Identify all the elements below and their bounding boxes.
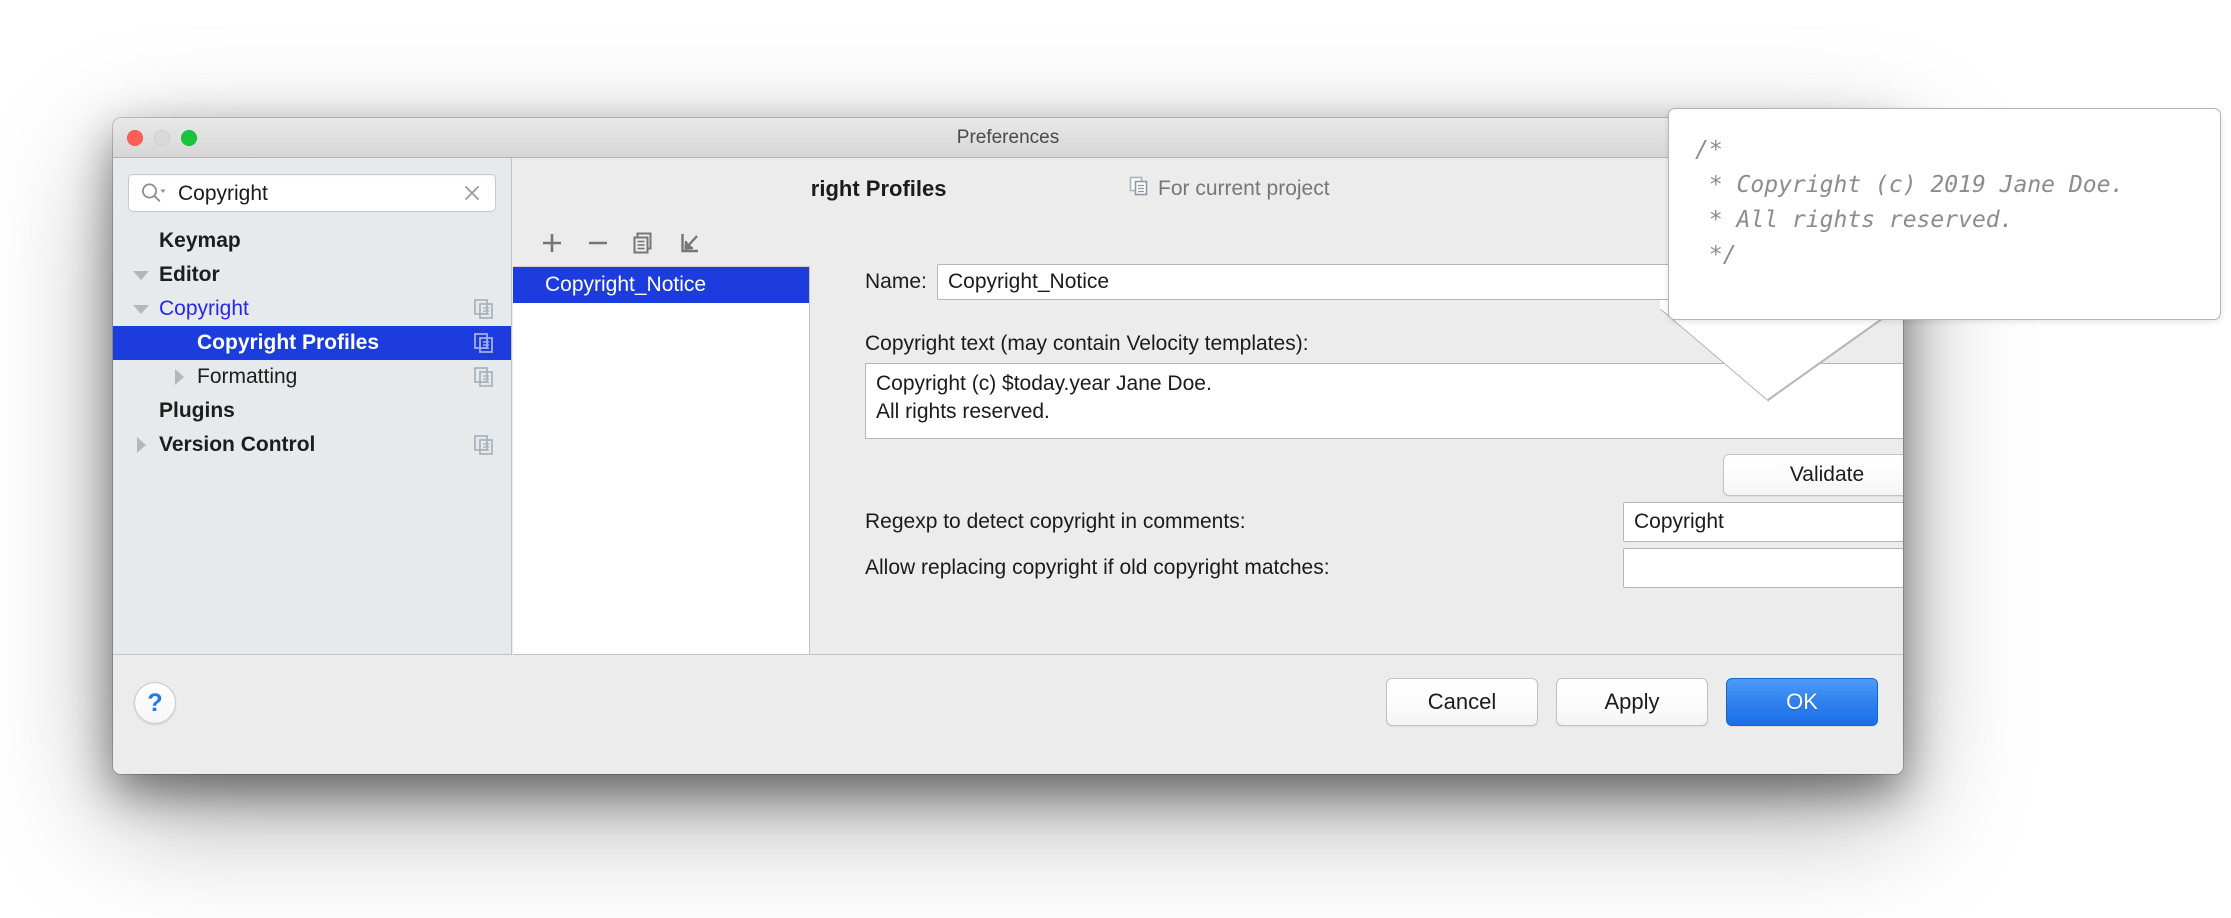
- screenshot-root: Preferences Copyright Keymap Editor Copy…: [0, 0, 2231, 918]
- regexp-input[interactable]: Copyright: [1623, 502, 1903, 542]
- sidebar-item-version-control[interactable]: Version Control: [113, 428, 511, 462]
- chevron-right-icon[interactable]: [169, 360, 189, 394]
- generated-comment-callout: /* * Copyright (c) 2019 Jane Doe. * All …: [1668, 108, 2221, 320]
- sidebar-item-label: Editor: [159, 263, 220, 286]
- sidebar-item-label: Keymap: [159, 229, 241, 252]
- chevron-right-icon[interactable]: [131, 428, 151, 462]
- sidebar-search-wrap: Copyright: [113, 158, 511, 212]
- preferences-window: Preferences Copyright Keymap Editor Copy…: [113, 118, 1903, 774]
- sidebar-item-copyright-profiles[interactable]: Copyright Profiles: [113, 326, 511, 360]
- tree-arrow-placeholder: [131, 224, 151, 258]
- import-profile-button[interactable]: [667, 223, 713, 263]
- cancel-button[interactable]: Cancel: [1386, 678, 1538, 726]
- copy-icon: [472, 365, 496, 389]
- chevron-down-icon[interactable]: [131, 292, 151, 326]
- allow-replace-input[interactable]: [1623, 548, 1903, 588]
- callout-line: /*: [1695, 137, 1723, 163]
- add-profile-button[interactable]: [529, 223, 575, 263]
- apply-button[interactable]: Apply: [1556, 678, 1708, 726]
- callout-line: */: [1695, 241, 1737, 268]
- search-icon: [140, 182, 166, 204]
- sidebar-item-plugins[interactable]: Plugins: [113, 394, 511, 428]
- sidebar-item-formatting[interactable]: Formatting: [113, 360, 511, 394]
- sidebar-item-label: Formatting: [197, 365, 298, 388]
- scope-indicator: For current project: [1128, 158, 1330, 220]
- ok-button[interactable]: OK: [1726, 678, 1878, 726]
- sidebar-item-label: Copyright: [159, 297, 249, 320]
- profile-list-item[interactable]: Copyright_Notice: [513, 267, 809, 303]
- regexp-label: Regexp to detect copyright in comments:: [865, 510, 1246, 533]
- copy-icon: [472, 297, 496, 321]
- name-input[interactable]: Copyright_Notice: [937, 264, 1677, 300]
- window-title: Preferences: [956, 127, 1060, 148]
- remove-profile-button[interactable]: [575, 223, 621, 263]
- copy-icon: [472, 331, 496, 355]
- callout-line: * Copyright (c) 2019 Jane Doe.: [1695, 171, 2125, 198]
- settings-tree: Keymap Editor Copyright Copyright Profiles F…: [113, 224, 511, 462]
- clear-search-icon[interactable]: [462, 183, 482, 203]
- settings-sidebar: Copyright Keymap Editor Copyright Copyright…: [113, 158, 512, 655]
- copyright-text-label: Copyright text (may contain Velocity tem…: [865, 332, 1309, 355]
- help-button[interactable]: ?: [134, 682, 176, 724]
- window-titlebar: Preferences: [113, 118, 1903, 158]
- footer-actions: Cancel Apply OK: [1386, 678, 1878, 726]
- sidebar-item-editor[interactable]: Editor: [113, 258, 511, 292]
- tree-arrow-placeholder: [169, 326, 189, 360]
- allow-replace-label: Allow replacing copyright if old copyrig…: [865, 556, 1330, 579]
- copy-icon: [1128, 175, 1150, 203]
- callout-line: * All rights reserved.: [1695, 206, 2014, 233]
- sidebar-item-copyright[interactable]: Copyright: [113, 292, 511, 326]
- profile-list-toolbar: [513, 220, 811, 266]
- scope-label: For current project: [1158, 177, 1330, 200]
- dialog-footer: ? Cancel Apply OK: [113, 656, 1903, 774]
- profile-list[interactable]: Copyright_Notice: [513, 266, 810, 654]
- validate-button[interactable]: Validate: [1723, 454, 1903, 496]
- sidebar-item-label: Plugins: [159, 399, 235, 422]
- name-label: Name:: [865, 270, 927, 293]
- search-input[interactable]: Copyright: [166, 183, 462, 204]
- chevron-down-icon[interactable]: [131, 258, 151, 292]
- search-field[interactable]: Copyright: [128, 174, 496, 212]
- copy-profile-button[interactable]: [621, 223, 667, 263]
- sidebar-item-keymap[interactable]: Keymap: [113, 224, 511, 258]
- sidebar-item-label: Copyright Profiles: [197, 331, 380, 354]
- tree-arrow-placeholder: [131, 394, 151, 428]
- copy-icon: [472, 433, 496, 457]
- sidebar-item-label: Version Control: [159, 433, 316, 456]
- window-body: Copyright Keymap Editor Copyright Copyright…: [113, 158, 1903, 774]
